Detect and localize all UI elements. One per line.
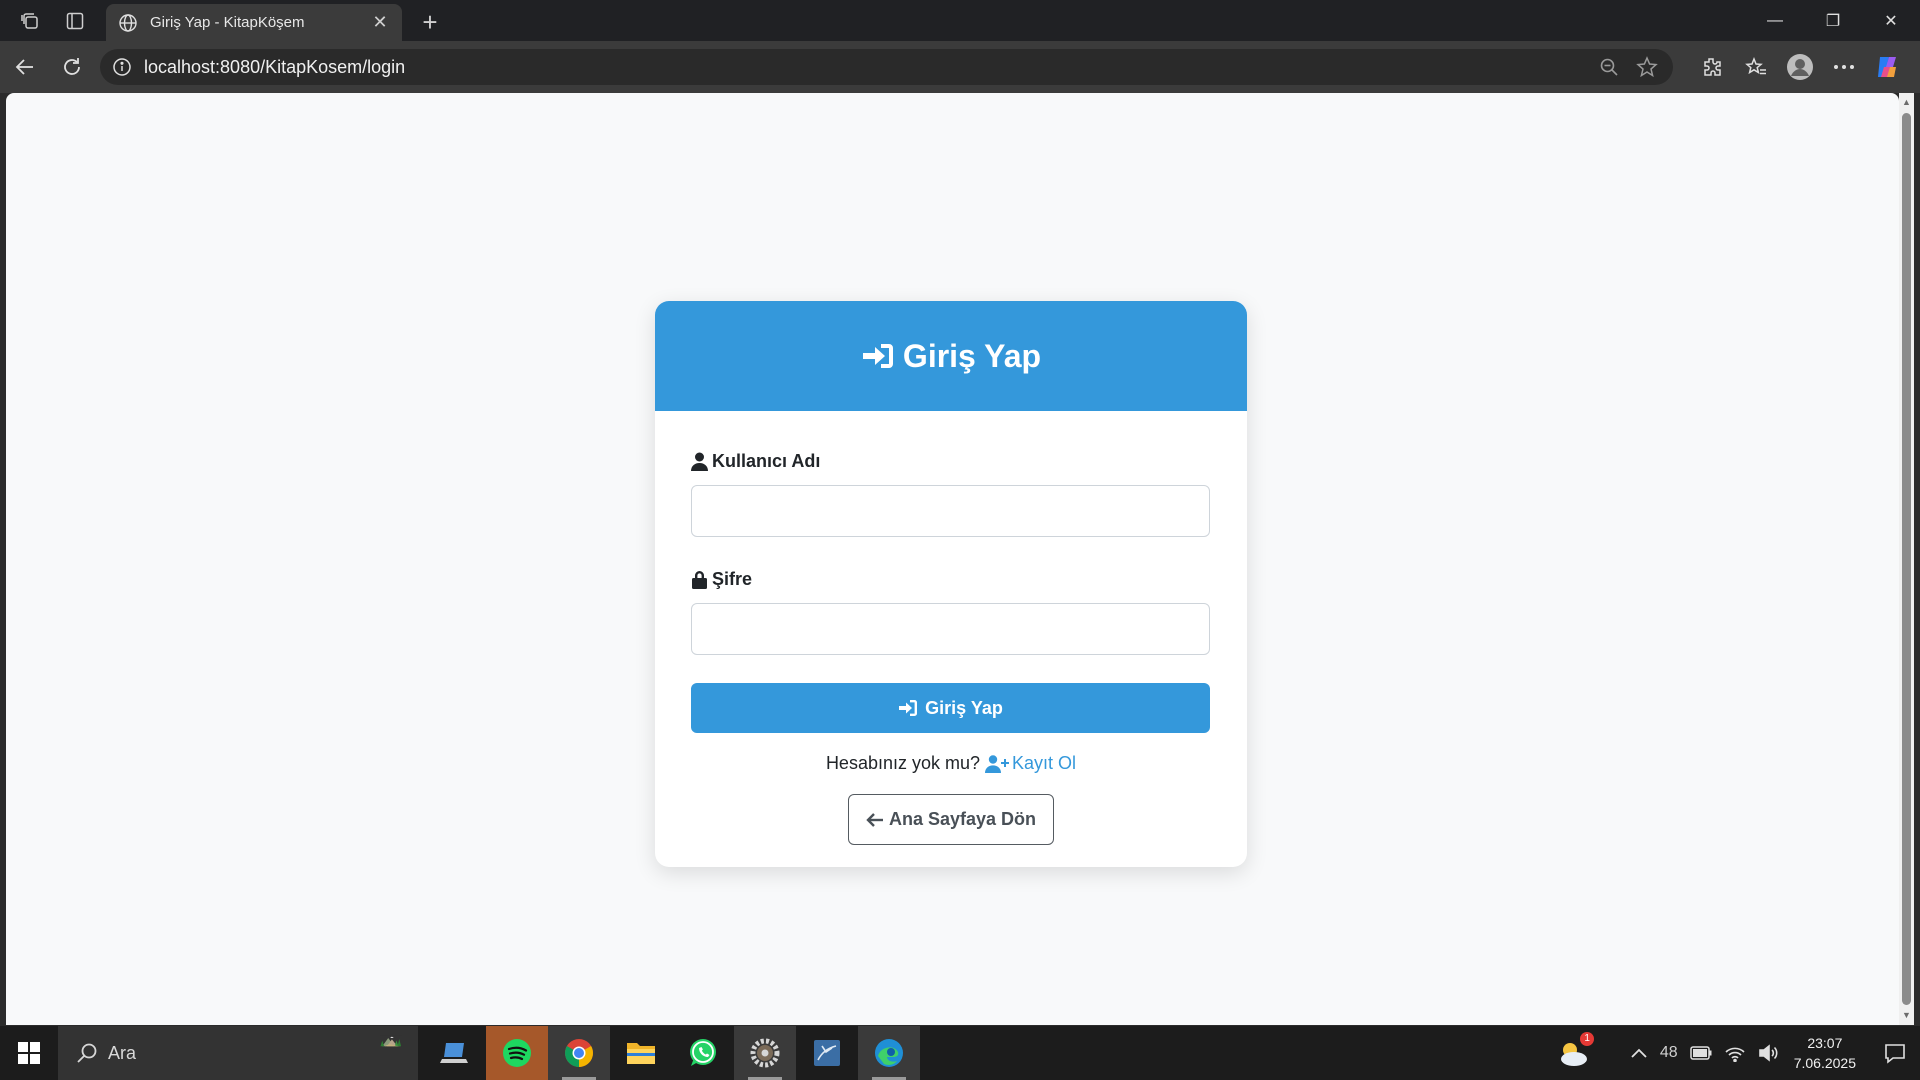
taskbar-app-chrome[interactable] [548,1026,610,1080]
browser-toolbar: localhost:8080/KitapKosem/login [0,41,1920,93]
arrow-left-icon [866,812,883,827]
battery-icon[interactable] [1689,1046,1712,1060]
password-label-row: Şifre [691,567,1211,591]
close-window-button[interactable]: ✕ [1862,0,1920,41]
reload-icon [64,58,80,75]
user-icon [691,452,708,471]
chrome-icon [565,1039,593,1067]
more-options-icon[interactable] [1822,47,1866,87]
register-row: Hesabınız yok mu? Kayıt Ol [691,753,1211,774]
minimize-button[interactable]: — [1746,0,1804,41]
clock-time: 23:07 [1807,1035,1843,1051]
address-bar[interactable]: localhost:8080/KitapKosem/login [100,49,1673,85]
taskbar-app-whatsapp[interactable] [672,1026,734,1080]
tray-temp[interactable]: 48 [1660,1044,1678,1062]
sign-in-icon [862,344,893,368]
search-icon [77,1043,97,1063]
user-plus-icon [985,754,1010,773]
window-controls: — ❐ ✕ [1746,0,1920,41]
username-input[interactable] [691,485,1210,537]
page-scrollbar[interactable]: ▲ ▼ [1899,93,1914,1025]
whatsapp-icon [690,1039,716,1066]
taskbar-search[interactable]: Ara [58,1026,418,1080]
workspaces-icon[interactable] [10,0,50,41]
weather-widget[interactable]: 1 [1556,1032,1594,1068]
register-link[interactable]: Kayıt Ol [985,753,1076,774]
login-title: Giriş Yap [902,337,1042,374]
tab-close-icon[interactable]: ✕ [370,12,390,33]
page-viewport: Giriş Yap Kullanıcı Adı Şifre Giriş Yap … [6,93,1899,1025]
login-card-header: Giriş Yap [655,301,1247,411]
lock-icon [692,570,707,589]
wifi-icon[interactable] [1724,1044,1746,1062]
favorites-icon[interactable] [1734,47,1778,87]
username-label-row: Kullanıcı Adı [691,449,1211,473]
chevron-up-icon[interactable] [1630,1047,1648,1059]
login-submit-button[interactable]: Giriş Yap [691,683,1210,733]
taskbar-clock[interactable]: 23:07 7.06.2025 [1794,1033,1856,1073]
scroll-up-icon[interactable]: ▲ [1901,97,1912,108]
clock-date: 7.06.2025 [1793,1055,1856,1071]
back-home-label: Ana Sayfaya Dön [888,809,1037,829]
browser-titlebar: Giriş Yap - KitapKöşem ✕ + — ❐ ✕ [0,0,1920,41]
password-label: Şifre [712,568,753,589]
register-prompt: Hesabınız yok mu? [825,753,981,773]
taskbar-app-laptop[interactable] [424,1026,486,1080]
laptop-app-icon [440,1043,468,1063]
start-button[interactable] [0,1026,58,1080]
database-tool-icon [814,1040,840,1066]
scrollbar-thumb[interactable] [1902,113,1911,1005]
reload-button[interactable] [50,47,94,87]
system-tray: 1 48 23:07 7.06.2025 [1550,1026,1920,1080]
favorite-star-icon[interactable] [1633,53,1661,81]
browser-tab-active[interactable]: Giriş Yap - KitapKöşem ✕ [106,4,402,41]
scroll-down-icon[interactable]: ▼ [1901,1010,1912,1021]
vertical-tabs-icon[interactable] [55,0,95,41]
info-icon[interactable] [112,57,132,77]
register-link-label: Kayıt Ol [1012,753,1077,773]
copilot-icon[interactable] [1866,47,1910,87]
login-card: Giriş Yap Kullanıcı Adı Şifre Giriş Yap … [655,301,1247,867]
edge-icon [875,1039,903,1067]
profile-avatar[interactable] [1778,47,1822,87]
back-nav-button[interactable] [3,47,47,87]
taskbar-apps [424,1026,920,1080]
taskbar-app-settings[interactable] [734,1026,796,1080]
zoom-out-icon[interactable] [1595,53,1623,81]
taskbar-app-spotify[interactable] [486,1026,548,1080]
taskbar-app-database[interactable] [796,1026,858,1080]
volume-icon[interactable] [1758,1044,1780,1062]
arrow-back-icon [15,59,33,75]
gear-app-icon [750,1038,780,1068]
weather-badge: 1 [1580,1032,1594,1046]
notifications-icon[interactable] [1870,1026,1920,1080]
login-form: Kullanıcı Adı Şifre Giriş Yap Hesabınız … [655,411,1247,845]
windows-logo-icon [18,1042,40,1064]
username-label: Kullanıcı Adı [712,450,821,471]
spotify-icon [503,1039,531,1067]
taskbar-app-edge[interactable] [858,1026,920,1080]
taskbar-app-file-explorer[interactable] [610,1026,672,1080]
search-highlight-art [380,1035,402,1047]
taskbar-search-placeholder: Ara [108,1042,137,1063]
toolbar-right [1690,41,1910,93]
tab-title: Giriş Yap - KitapKöşem [150,14,305,31]
globe-icon [119,13,137,32]
restore-button[interactable]: ❐ [1804,0,1862,41]
password-input[interactable] [691,603,1210,655]
login-submit-label: Giriş Yap [925,697,1003,718]
new-tab-button[interactable]: + [414,6,446,38]
folder-icon [627,1043,655,1064]
url-text[interactable]: localhost:8080/KitapKosem/login [144,57,1585,78]
extensions-icon[interactable] [1690,47,1734,87]
taskbar: Ara 1 48 23:07 7.06.2025 [0,1026,1920,1080]
sign-in-icon [899,700,918,716]
back-home-button[interactable]: Ana Sayfaya Dön [848,794,1054,845]
